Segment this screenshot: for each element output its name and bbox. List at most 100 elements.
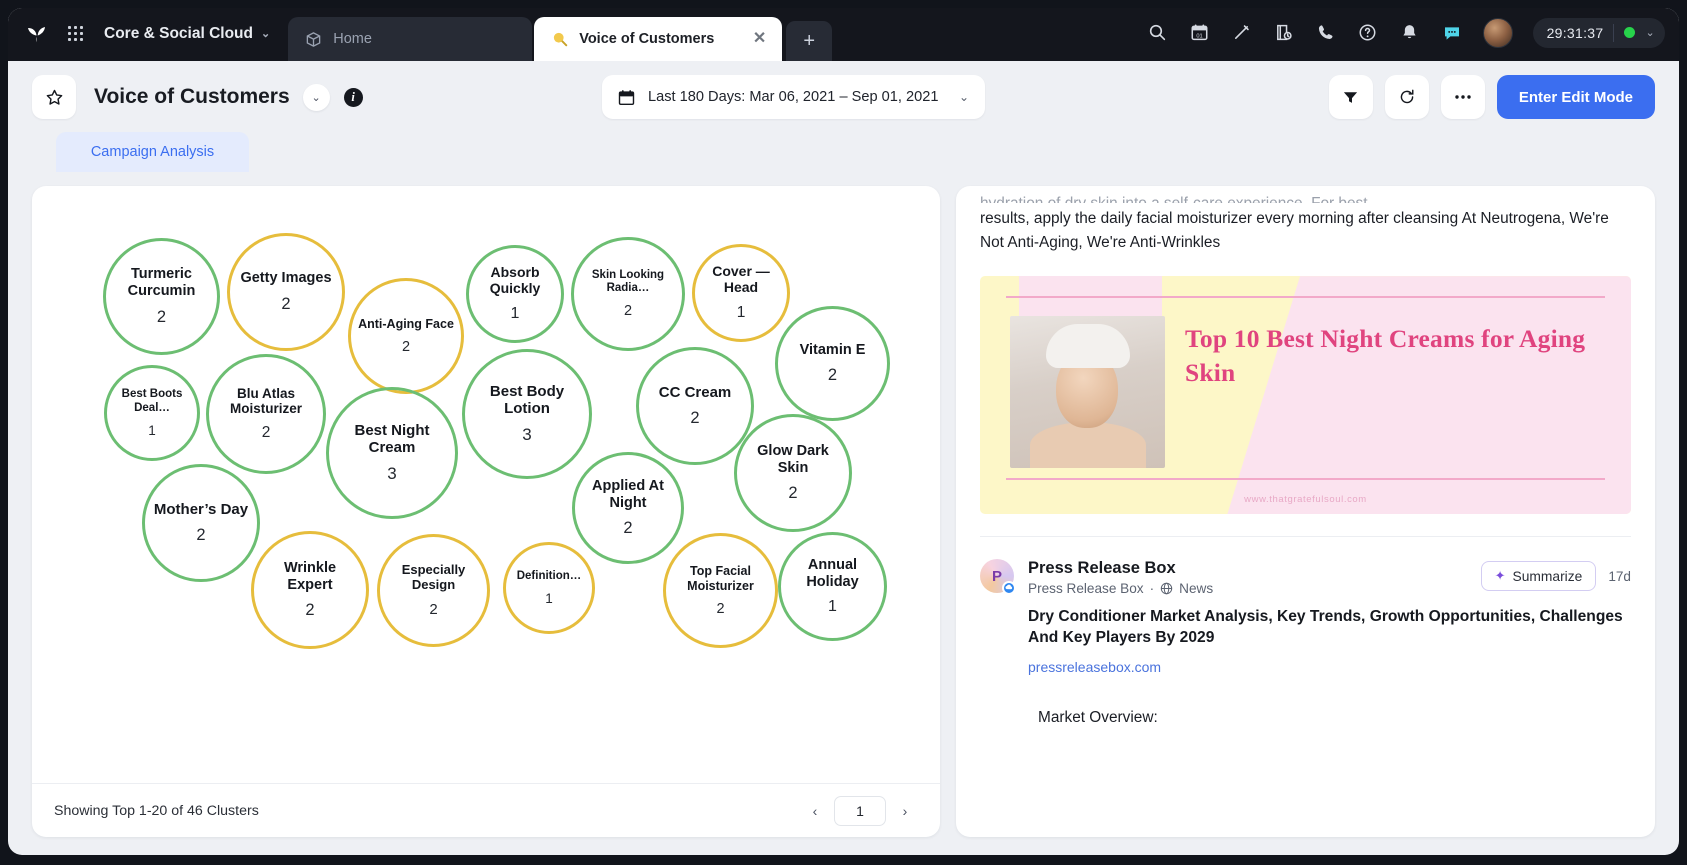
cluster-bubble[interactable]: Cover — Head 1 <box>692 244 790 342</box>
chevron-down-icon: ⌄ <box>958 90 969 104</box>
topnav-left-group: Core & Social Cloud ⌄ <box>22 8 270 61</box>
cluster-bubble-value: 1 <box>545 591 553 607</box>
cluster-bubble-value: 1 <box>828 598 837 616</box>
cluster-bubble-label: Best Body Lotion <box>489 382 565 417</box>
source-details: Press Release Box Press Release Box · Ne… <box>1028 559 1631 727</box>
cluster-bubble[interactable]: Turmeric Curcumin 2 <box>103 238 220 355</box>
article-scroll-region[interactable]: hydration of dry skin into a self-care e… <box>956 186 1655 837</box>
cluster-bubble-label: Annual Holiday <box>806 556 859 590</box>
search-icon[interactable] <box>1147 22 1169 44</box>
session-timer[interactable]: 29:31:37 ⌄ <box>1532 17 1665 48</box>
cluster-widget-footer: Showing Top 1-20 of 46 Clusters ‹ 1 › <box>32 783 940 837</box>
cluster-bubble[interactable]: Mother’s Day 2 <box>142 464 260 582</box>
next-page-button[interactable]: › <box>892 798 918 824</box>
note-clock-icon[interactable] <box>1273 22 1295 44</box>
chat-icon[interactable] <box>1441 22 1463 44</box>
article-headline: Dry Conditioner Market Analysis, Key Tre… <box>1028 608 1623 647</box>
tab-campaign-analysis[interactable]: Campaign Analysis <box>56 132 249 172</box>
enter-edit-mode-button[interactable]: Enter Edit Mode <box>1496 75 1655 119</box>
cluster-bubble-value: 3 <box>387 464 397 484</box>
filter-button[interactable] <box>1328 75 1373 119</box>
sub-tab-strip: Campaign Analysis <box>32 120 1655 172</box>
cluster-bubble-value: 1 <box>736 303 746 321</box>
topnav-right-group: 01 29:31:37 ⌄ <box>1147 8 1665 61</box>
article-content: hydration of dry skin into a self-care e… <box>956 186 1655 727</box>
cluster-bubble-value: 2 <box>196 526 206 545</box>
cluster-bubble-label: Mother’s Day <box>153 500 249 518</box>
cluster-bubble-value: 2 <box>827 366 838 385</box>
previous-page-button[interactable]: ‹ <box>802 798 828 824</box>
cluster-bubble[interactable]: Absorb Quickly 1 <box>466 245 564 343</box>
refresh-button[interactable] <box>1384 75 1429 119</box>
phone-icon[interactable] <box>1315 22 1337 44</box>
cluster-bubble-value: 2 <box>623 519 633 538</box>
article-clipped-line: hydration of dry skin into a self-care e… <box>980 192 1631 203</box>
cluster-bubble-label: Vitamin E <box>799 341 866 358</box>
cluster-bubble[interactable]: Glow Dark Skin 2 <box>734 414 852 532</box>
org-switcher[interactable]: Core & Social Cloud ⌄ <box>104 25 270 43</box>
tab-voice-of-customers-label: Voice of Customers <box>579 31 715 47</box>
cluster-bubble[interactable]: Anti-Aging Face 2 <box>348 278 464 394</box>
cluster-bubble-value: 2 <box>401 339 411 356</box>
cluster-bubble-label: Blu Atlas Moisturizer <box>229 385 302 416</box>
help-icon[interactable] <box>1357 22 1379 44</box>
cluster-bubble[interactable]: Best Body Lotion 3 <box>462 349 592 479</box>
tab-voice-of-customers[interactable]: Voice of Customers ✕ <box>534 17 783 61</box>
source-meta: Press Release Box · News <box>1028 581 1213 596</box>
tab-home[interactable]: Home <box>288 17 533 61</box>
cluster-bubble-label: Skin Looking Radia… <box>591 268 665 294</box>
cluster-bubble[interactable]: Best Boots Deal… 1 <box>104 365 200 461</box>
cluster-bubble[interactable]: Applied At Night 2 <box>572 452 684 564</box>
cluster-bubble[interactable]: Annual Holiday 1 <box>778 532 887 641</box>
sprinklr-logo-icon[interactable] <box>22 19 52 49</box>
tab-strip: Home Voice of Customers ✕ + <box>288 8 833 61</box>
cluster-bubble-value: 2 <box>261 424 271 442</box>
cluster-bubble[interactable]: Especially Design 2 <box>377 534 490 647</box>
page-title-chevron-down-icon[interactable]: ⌄ <box>302 83 330 111</box>
bell-icon[interactable] <box>1399 22 1421 44</box>
source-actions: ✦ Summarize 17d <box>1480 559 1631 592</box>
cluster-bubble[interactable]: Wrinkle Expert 2 <box>251 531 369 649</box>
apps-grid-icon[interactable] <box>62 21 88 47</box>
new-tab-button[interactable]: + <box>786 21 833 61</box>
source-meta-name: Press Release Box <box>1028 581 1144 597</box>
cluster-bubble[interactable]: Skin Looking Radia… 2 <box>571 237 685 351</box>
pencil-icon[interactable] <box>1231 22 1253 44</box>
more-options-button[interactable] <box>1440 75 1485 119</box>
cluster-bubble-value: 2 <box>429 600 438 618</box>
summarize-button[interactable]: ✦ Summarize <box>1480 561 1597 592</box>
source-header: Press Release Box Press Release Box · Ne… <box>1028 559 1631 596</box>
info-icon[interactable]: i <box>343 87 363 107</box>
cluster-bubble-label: Top Facial Moisturizer <box>687 564 754 593</box>
date-range-selector[interactable]: Last 180 Days: Mar 06, 2021 – Sep 01, 20… <box>602 75 985 119</box>
magnifier-tag-icon <box>550 30 569 49</box>
app-shell: Core & Social Cloud ⌄ Home Voice of Cust… <box>8 8 1679 855</box>
article-overview-heading: Market Overview: <box>1038 708 1158 726</box>
cluster-bubble-label: Getty Images <box>240 270 332 287</box>
cluster-bubble[interactable]: Getty Images 2 <box>227 233 345 351</box>
cluster-bubble-value: 2 <box>716 600 725 617</box>
timer-value: 29:31:37 <box>1546 24 1604 41</box>
cluster-bubble-value: 2 <box>690 409 700 428</box>
header-actions: Enter Edit Mode <box>1328 75 1655 119</box>
cluster-bubble[interactable]: Definition… 1 <box>503 542 595 634</box>
article-age: 17d <box>1608 568 1631 584</box>
divider <box>1613 23 1615 42</box>
page-title: Voice of Customers <box>94 85 290 108</box>
favorite-button[interactable] <box>32 75 76 119</box>
avatar[interactable] <box>1482 17 1513 48</box>
article-source-link[interactable]: pressreleasebox.com <box>1028 659 1631 675</box>
cluster-bubble-value: 2 <box>788 484 798 503</box>
cluster-bubble[interactable]: Best Night Cream 3 <box>326 387 458 519</box>
cluster-bubble[interactable]: Vitamin E 2 <box>775 306 890 421</box>
date-range-label: Last 180 Days: Mar 06, 2021 – Sep 01, 20… <box>648 89 939 105</box>
page-number-input[interactable]: 1 <box>834 795 886 826</box>
promo-url: www.thatgratefulsoul.com <box>1244 494 1367 506</box>
article-source-row: P Press Release Box Press Release Box · … <box>980 537 1631 727</box>
calendar-icon[interactable]: 01 <box>1189 22 1211 44</box>
cluster-bubble-label: Applied At Night <box>592 477 664 511</box>
cluster-bubble[interactable]: Blu Atlas Moisturizer 2 <box>206 354 326 474</box>
cluster-bubble[interactable]: Top Facial Moisturizer 2 <box>663 533 778 648</box>
close-icon[interactable]: ✕ <box>753 31 766 47</box>
cluster-bubble-label: Cover — Head <box>712 263 770 295</box>
